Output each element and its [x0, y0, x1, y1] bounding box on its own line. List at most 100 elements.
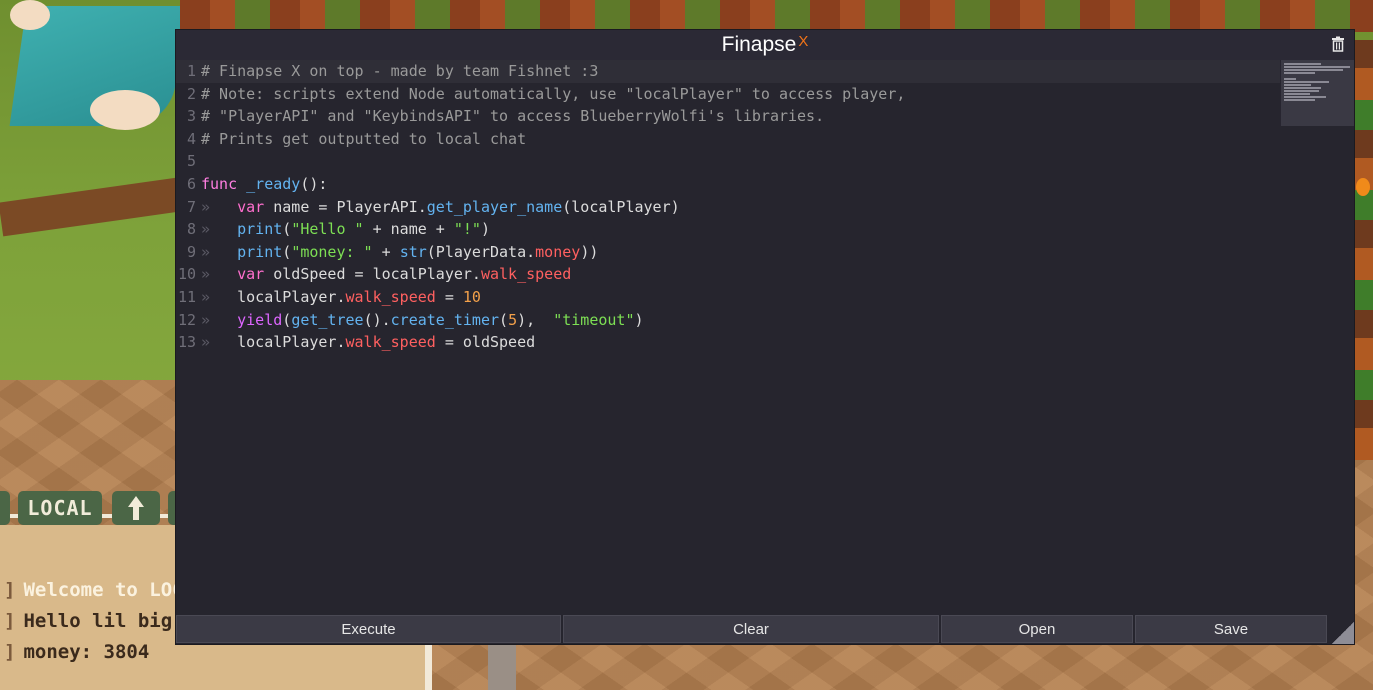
code-minimap[interactable] — [1281, 60, 1354, 126]
code-token: str — [399, 242, 427, 261]
code-line[interactable]: 7 » var name = PlayerAPI.get_player_name(… — [176, 196, 1280, 219]
indent-marker: » — [201, 242, 238, 261]
chat-message-prefix: ] — [4, 640, 16, 663]
indent-marker: » — [201, 220, 238, 239]
line-number: 12 — [177, 310, 196, 329]
indent-marker: » — [201, 265, 238, 284]
code-token: "Hello " — [291, 220, 364, 239]
code-token: localPlayer. — [237, 333, 346, 352]
code-token: get_player_name — [426, 197, 563, 216]
executor-window: Finapse X 1 # Finapse X on top - made by t… — [176, 30, 1354, 644]
code-token: # Note: scripts extend Node automaticall… — [201, 84, 906, 103]
code-token: (). — [363, 310, 391, 329]
code-line[interactable]: 1 # Finapse X on top - made by team Fishn… — [176, 60, 1280, 83]
minimap-line — [1284, 63, 1321, 65]
line-number: 11 — [177, 288, 196, 306]
code-text: # Prints get outputted to local chat — [201, 128, 526, 151]
code-token: (localPlayer) — [562, 197, 680, 216]
code-text: func _ready(): — [201, 173, 327, 196]
code-line[interactable]: 12» yield(get_tree().create_timer(5), "t… — [176, 309, 1280, 332]
code-line[interactable]: 11 » localPlayer.walk_speed = 10 — [176, 286, 1280, 309]
open-button[interactable]: Open — [941, 615, 1133, 643]
code-text: » print("Hello " + name + "!") — [201, 218, 490, 241]
line-number: 1 — [186, 62, 196, 80]
indent-marker: » — [201, 288, 238, 306]
code-line[interactable]: 4 # Prints get outputted to local chat — [176, 128, 1280, 151]
line-number: 4 — [186, 129, 196, 148]
minimap-line — [1284, 84, 1311, 86]
foliage-wall — [1354, 40, 1373, 460]
window-title-text: Finapse — [721, 33, 797, 56]
code-line[interactable]: 2 # Note: scripts extend Node automatical… — [176, 83, 1280, 106]
window-title-accent: X — [798, 33, 809, 50]
chat-message-text: money: 3804 — [23, 640, 150, 663]
orange-object — [1356, 178, 1370, 196]
code-token: ), — [517, 310, 554, 329]
trash-icon[interactable] — [1330, 36, 1346, 52]
code-editor[interactable]: 1 # Finapse X on top - made by team Fishn… — [176, 60, 1280, 614]
execute-button[interactable]: Execute — [176, 615, 561, 643]
blossom-tree — [10, 0, 50, 30]
code-token: = — [435, 288, 463, 306]
action-bar: Execute Clear Open Save — [176, 614, 1354, 644]
clear-button[interactable]: Clear — [563, 615, 939, 643]
code-token: walk_speed — [345, 288, 436, 306]
code-token: # "PlayerAPI" and "KeybindsAPI" to acces… — [201, 107, 825, 126]
code-text: # "PlayerAPI" and "KeybindsAPI" to acces… — [201, 105, 824, 128]
code-token: ( — [282, 242, 292, 261]
code-token: + name + — [363, 220, 454, 239]
code-token: ( — [282, 220, 292, 239]
code-token: ( — [282, 310, 292, 329]
minimap-track — [1280, 126, 1354, 614]
code-token: "!" — [453, 220, 481, 239]
line-number: 13 — [177, 333, 196, 352]
code-text: » var name = PlayerAPI.get_player_name(l… — [201, 196, 680, 219]
line-number: 9 — [186, 242, 196, 261]
code-token: # Prints get outputted to local chat — [201, 129, 527, 148]
code-line[interactable]: 8 » print("Hello " + name + "!") — [176, 218, 1280, 241]
code-line[interactable]: 13 » localPlayer.walk_speed = oldSpeed — [176, 331, 1280, 354]
chat-message-prefix: ] — [4, 609, 16, 632]
code-token: name = PlayerAPI. — [264, 197, 427, 216]
minimap-line — [1284, 87, 1321, 89]
minimap-line — [1284, 99, 1315, 101]
code-token: ( — [499, 310, 509, 329]
code-token: # Finapse X on top - made by team Fishne… — [201, 62, 599, 80]
code-token: print — [237, 242, 283, 261]
code-token: = oldSpeed — [435, 333, 536, 352]
indent-marker: » — [201, 333, 238, 352]
line-number: 3 — [186, 107, 196, 126]
code-line[interactable]: 3 # "PlayerAPI" and "KeybindsAPI" to acce… — [176, 105, 1280, 128]
minimap-line — [1284, 90, 1319, 92]
code-token: ) — [480, 220, 490, 239]
code-token: 10 — [462, 288, 481, 306]
minimap-line — [1284, 69, 1343, 71]
chat-message-text: Welcome to LOC — [23, 578, 184, 601]
code-line[interactable]: 5 — [176, 150, 1280, 173]
chat-tab-previous[interactable] — [0, 491, 10, 525]
code-token: print — [237, 220, 283, 239]
line-number: 8 — [186, 220, 196, 239]
title-bar[interactable]: Finapse X — [176, 30, 1354, 60]
line-number: 7 — [186, 197, 196, 216]
chat-tab-local[interactable]: LOCAL — [18, 491, 102, 525]
code-token: 5 — [508, 310, 518, 329]
save-button[interactable]: Save — [1135, 615, 1327, 643]
code-token: func — [201, 175, 238, 193]
white-pole — [424, 645, 432, 690]
minimap-line — [1284, 93, 1310, 95]
code-text: » localPlayer.walk_speed = 10 — [201, 286, 481, 309]
code-text: # Finapse X on top - made by team Fishne… — [201, 60, 598, 83]
line-number: 2 — [186, 84, 196, 103]
code-line[interactable]: 10 » var oldSpeed = localPlayer.walk_spee… — [176, 263, 1280, 286]
code-token: var — [237, 265, 265, 284]
code-line[interactable]: 6 func _ready(): — [176, 173, 1280, 196]
resize-handle[interactable] — [1332, 622, 1354, 644]
code-token: get_tree — [291, 310, 364, 329]
code-token: money — [535, 242, 581, 261]
code-token: "timeout" — [553, 310, 635, 329]
code-line[interactable]: 9 » print("money: " + str(PlayerData.mone… — [176, 241, 1280, 264]
code-text: » var oldSpeed = localPlayer.walk_speed — [201, 263, 571, 286]
chat-scroll-up-button[interactable] — [112, 491, 160, 525]
minimap-line — [1284, 81, 1329, 83]
